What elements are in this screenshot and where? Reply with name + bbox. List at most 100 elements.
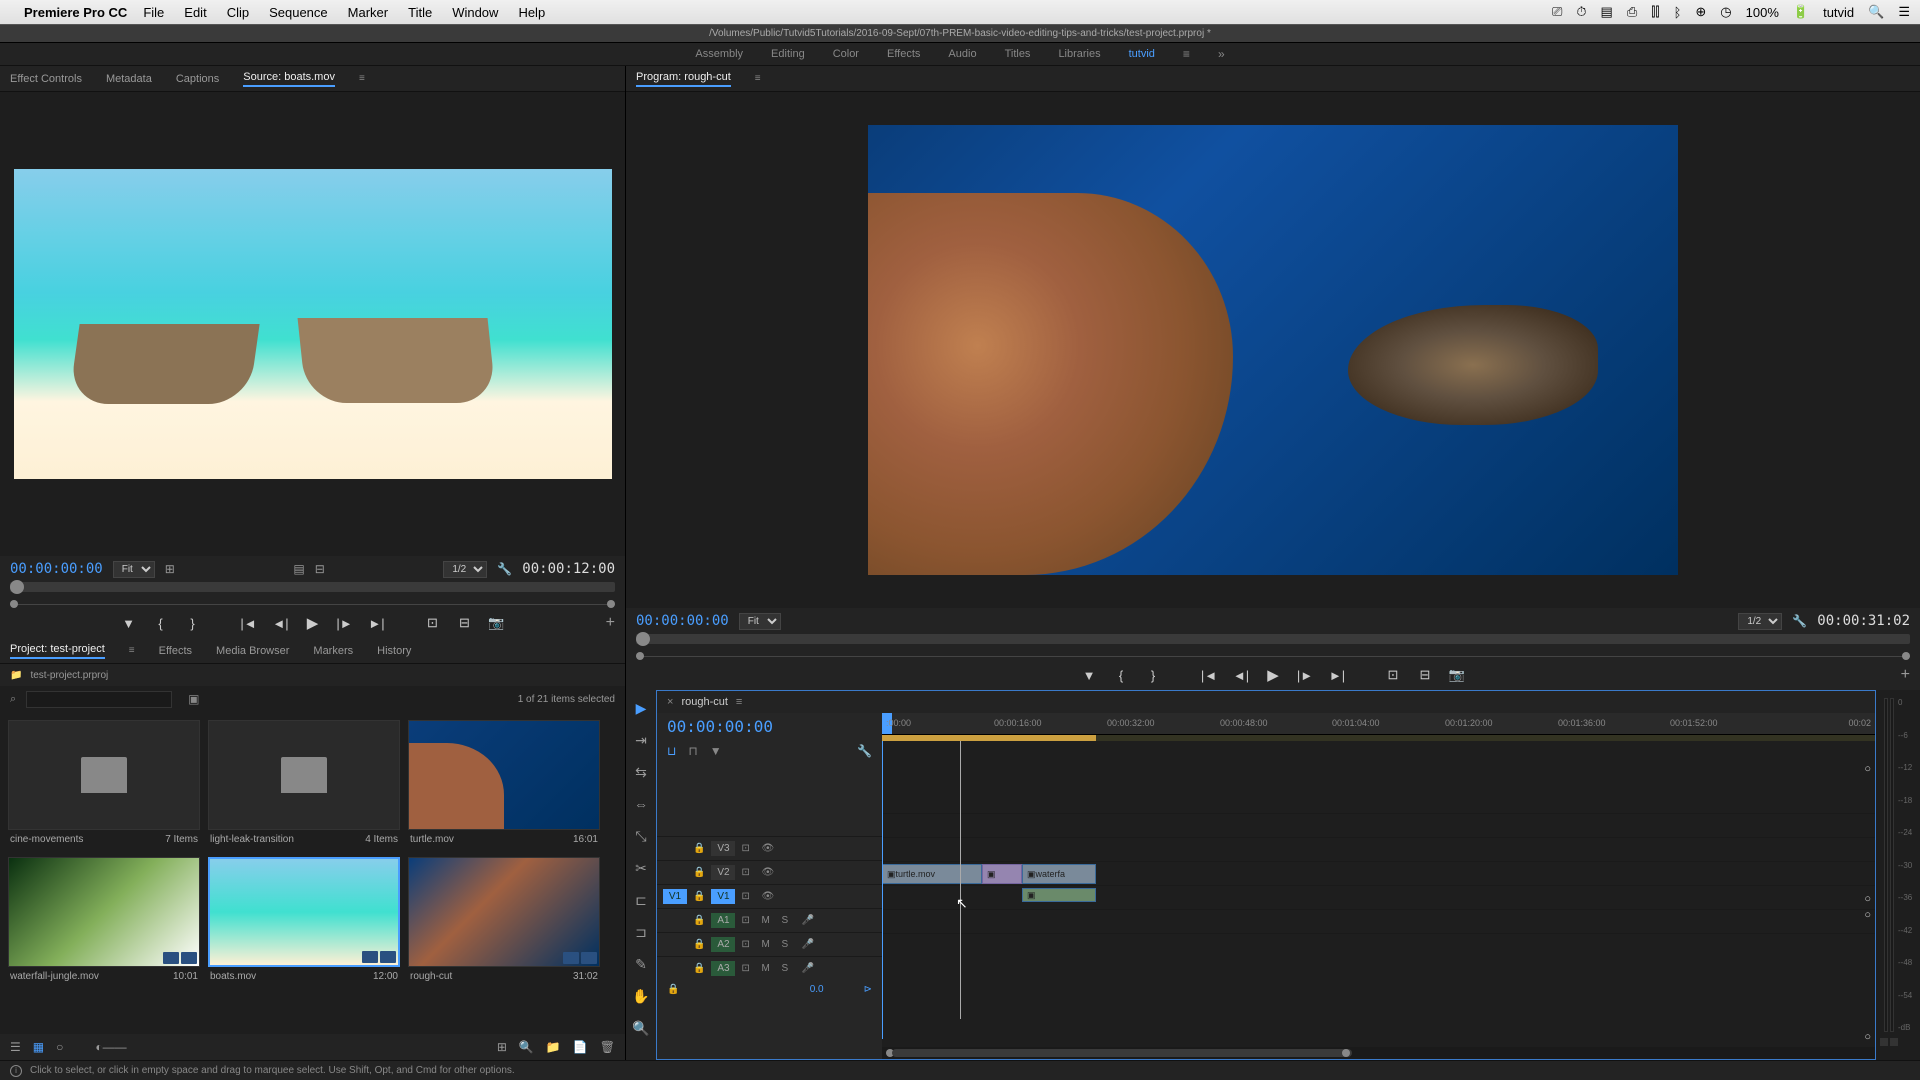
play-button[interactable]: ▶ <box>304 614 322 632</box>
zoom-slider[interactable]: ◐—— <box>95 1040 126 1054</box>
step-forward-button[interactable]: |► <box>1296 668 1314 683</box>
workspace-color[interactable]: Color <box>833 48 859 60</box>
timeline-timecode[interactable]: 00:00:00:00 <box>657 713 882 740</box>
source-safe-margins-icon[interactable]: ▤ <box>293 562 304 576</box>
mark-in-button[interactable]: { <box>152 616 170 631</box>
timeline-horizontal-scroll[interactable] <box>882 1047 1875 1059</box>
button-editor-icon[interactable]: + <box>606 614 615 632</box>
add-marker-button[interactable]: ▼ <box>120 616 138 631</box>
source-out-icon[interactable]: ⊟ <box>315 562 325 576</box>
program-video-preview[interactable] <box>868 125 1678 575</box>
menu-edit[interactable]: Edit <box>184 5 206 20</box>
source-timecode-left[interactable]: 00:00:00:00 <box>10 561 103 577</box>
pen-tool[interactable]: ✎ <box>631 954 651 974</box>
track-v3-header[interactable]: 🔒V3⊡👁 <box>657 836 882 860</box>
mark-out-button[interactable]: } <box>184 616 202 631</box>
time-machine-icon[interactable]: ◷ <box>1720 4 1731 20</box>
icon-view-icon[interactable]: ▦ <box>33 1040 44 1054</box>
source-settings-icon[interactable]: ⊞ <box>165 562 175 576</box>
snap-icon[interactable]: ⊔ <box>667 744 676 758</box>
workspace-audio[interactable]: Audio <box>948 48 976 60</box>
program-playhead-zone[interactable] <box>626 652 1920 660</box>
project-item[interactable]: rough-cut31:02 <box>408 857 600 986</box>
clip-transition[interactable]: ▣ <box>982 864 1022 884</box>
button-editor-icon[interactable]: + <box>1901 666 1910 684</box>
tab-project[interactable]: Project: test-project <box>10 643 105 659</box>
track-a1-header[interactable]: 🔒A1⊡MS🎤 <box>657 908 882 932</box>
lift-button[interactable]: ⊡ <box>1384 667 1402 683</box>
track-select-tool[interactable]: ⇥ <box>631 730 651 750</box>
scroll-handle[interactable]: ○ <box>1864 893 1871 905</box>
overwrite-button[interactable]: ⊟ <box>456 615 474 631</box>
workspace-effects[interactable]: Effects <box>887 48 920 60</box>
list-view-icon[interactable]: ☰ <box>10 1040 21 1054</box>
menu-sequence[interactable]: Sequence <box>269 5 328 20</box>
scroll-handle[interactable]: ○ <box>1864 909 1871 921</box>
freeform-view-icon[interactable]: ○ <box>56 1040 63 1054</box>
menu-icon[interactable]: ☰ <box>1898 4 1910 20</box>
program-fit-select[interactable]: Fit <box>739 613 781 630</box>
clip-waterfall[interactable]: ▣waterfa <box>1022 864 1096 884</box>
linked-selection-icon[interactable]: ⊓ <box>688 744 697 758</box>
spotlight-icon[interactable]: 🔍 <box>1868 4 1884 20</box>
play-button[interactable]: ▶ <box>1264 666 1282 684</box>
export-frame-button[interactable]: 📷 <box>488 615 506 631</box>
project-item[interactable]: cine-movements7 Items <box>8 720 200 849</box>
go-to-out-button[interactable]: ►| <box>1328 668 1346 683</box>
program-timecode-left[interactable]: 00:00:00:00 <box>636 613 729 629</box>
source-panel-menu-icon[interactable]: ≡ <box>359 73 365 84</box>
video-thumb[interactable] <box>208 857 400 967</box>
bin-icon[interactable]: 📁 <box>10 670 22 681</box>
workspace-assembly[interactable]: Assembly <box>695 48 743 60</box>
notification-icon[interactable]: ▤ <box>1601 4 1613 20</box>
tab-program[interactable]: Program: rough-cut <box>636 71 731 87</box>
bluetooth-icon[interactable]: ᛒ <box>1674 5 1682 20</box>
track-a3-header[interactable]: 🔒A3⊡MS🎤 <box>657 956 882 980</box>
marker-icon[interactable]: ▼ <box>710 744 722 758</box>
project-search-input[interactable] <box>26 691 172 708</box>
tab-metadata[interactable]: Metadata <box>106 73 152 85</box>
battery-text[interactable]: 100% <box>1746 5 1779 20</box>
tab-effects[interactable]: Effects <box>159 645 192 657</box>
drives-icon[interactable]: ⫿⫿ <box>1651 4 1659 20</box>
go-to-out-button[interactable]: ►| <box>368 616 386 631</box>
mark-in-button[interactable]: { <box>1112 668 1130 683</box>
tab-effect-controls[interactable]: Effect Controls <box>10 73 82 85</box>
selection-tool[interactable]: ▶ <box>631 698 651 718</box>
program-res-select[interactable]: 1/2 <box>1738 613 1782 630</box>
menu-window[interactable]: Window <box>452 5 498 20</box>
source-scrub-bar[interactable] <box>0 582 625 600</box>
extract-button[interactable]: ⊟ <box>1416 667 1434 683</box>
browse-icon[interactable]: ▣ <box>188 692 199 706</box>
folder-thumb[interactable] <box>8 720 200 830</box>
source-wrench-icon[interactable]: 🔧 <box>497 562 512 576</box>
mark-out-button[interactable]: } <box>1144 668 1162 683</box>
tab-captions[interactable]: Captions <box>176 73 219 85</box>
workspace-libraries[interactable]: Libraries <box>1058 48 1100 60</box>
video-thumb[interactable] <box>408 720 600 830</box>
add-marker-button[interactable]: ▼ <box>1080 668 1098 683</box>
timeline-tracks-area[interactable]: :00:00 00:00:16:00 00:00:32:00 00:00:48:… <box>882 713 1875 1059</box>
source-res-select[interactable]: 1/2 <box>443 561 487 578</box>
find-icon[interactable]: 🔍 <box>519 1040 534 1054</box>
workspace-tutvid[interactable]: tutvid <box>1129 48 1155 60</box>
scroll-handle[interactable]: ○ <box>1864 763 1871 775</box>
menu-file[interactable]: File <box>143 5 164 20</box>
audio-meters[interactable]: 0--6--12 --18--24--30 --36--42--48 --54-… <box>1876 690 1920 1060</box>
clear-icon[interactable]: 🗑 <box>600 1040 615 1054</box>
close-sequence-icon[interactable]: × <box>667 696 673 708</box>
rate-stretch-tool[interactable]: ⤡ <box>631 826 651 846</box>
slide-tool[interactable]: ⊐ <box>631 922 651 942</box>
program-scrub-bar[interactable] <box>626 634 1920 652</box>
display-icon[interactable]: ⎙ <box>1627 4 1637 20</box>
cc-sync-icon[interactable]: ⎚ <box>1552 4 1562 20</box>
tab-history[interactable]: History <box>377 645 411 657</box>
insert-button[interactable]: ⊡ <box>424 615 442 631</box>
step-forward-button[interactable]: |► <box>336 616 354 631</box>
folder-thumb[interactable] <box>208 720 400 830</box>
tab-markers[interactable]: Markers <box>313 645 353 657</box>
step-back-button[interactable]: ◄| <box>272 616 290 631</box>
rolling-edit-tool[interactable]: ⇔ <box>631 794 651 814</box>
clip-turtle[interactable]: ▣turtle.mov <box>882 864 982 884</box>
project-item[interactable]: light-leak-transition4 Items <box>208 720 400 849</box>
